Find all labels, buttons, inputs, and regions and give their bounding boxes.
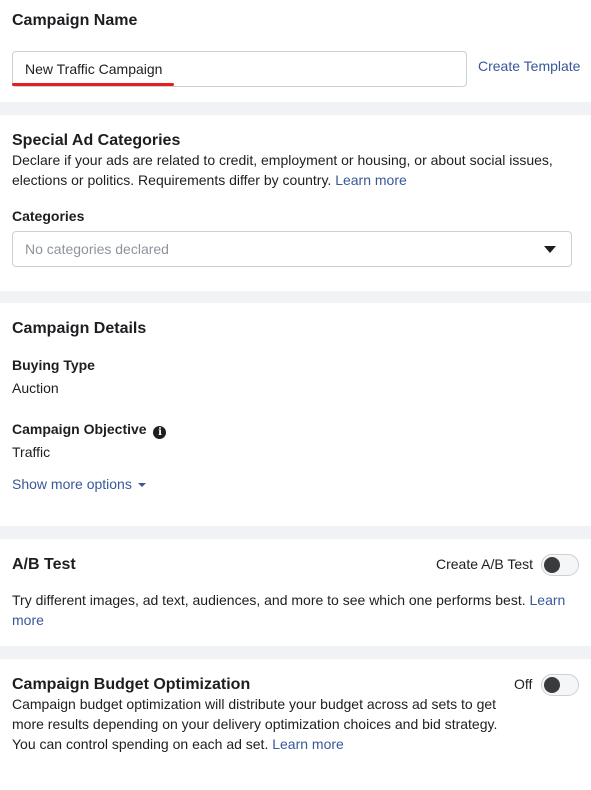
info-icon[interactable]: i <box>153 426 167 439</box>
ab-test-description: Try different images, ad text, audiences… <box>12 590 572 630</box>
categories-dropdown[interactable]: No categories declared <box>12 231 572 267</box>
budget-optimization-learn-more-link[interactable]: Learn more <box>272 736 344 752</box>
buying-type-label: Buying Type <box>12 357 95 373</box>
budget-optimization-title: Campaign Budget Optimization <box>12 676 251 693</box>
campaign-details-card: Campaign Details Buying Type Auction Cam… <box>0 303 591 526</box>
campaign-details-title: Campaign Details <box>12 320 147 337</box>
budget-optimization-description: Campaign budget optimization will distri… <box>12 694 512 754</box>
campaign-objective-value: Traffic <box>12 444 51 460</box>
campaign-name-title: Campaign Name <box>12 12 138 29</box>
annotation-underline <box>12 83 174 86</box>
special-ad-categories-learn-more-link[interactable]: Learn more <box>335 172 407 188</box>
campaign-name-input[interactable] <box>12 51 467 87</box>
campaign-objective-label: Campaign Objective i <box>12 421 167 439</box>
ab-test-title: A/B Test <box>12 556 76 573</box>
ab-test-description-text: Try different images, ad text, audiences… <box>12 592 526 608</box>
create-template-link[interactable]: Create Template <box>478 56 580 76</box>
toggle-knob <box>544 557 560 573</box>
show-more-options-link[interactable]: Show more options <box>12 474 146 494</box>
buying-type-value: Auction <box>12 380 59 396</box>
special-ad-categories-title: Special Ad Categories <box>12 132 181 149</box>
categories-placeholder: No categories declared <box>25 241 169 257</box>
caret-down-icon <box>544 246 556 253</box>
budget-optimization-description-text: Campaign budget optimization will distri… <box>12 696 498 752</box>
special-ad-categories-description: Declare if your ads are related to credi… <box>12 150 572 190</box>
ab-test-card: A/B Test Create A/B Test Try different i… <box>0 539 591 646</box>
campaign-name-card: Campaign Name Create Template <box>0 0 591 102</box>
budget-optimization-card: Campaign Budget Optimization Off Campaig… <box>0 659 591 790</box>
show-more-options-label: Show more options <box>12 476 132 492</box>
special-ad-categories-description-text: Declare if your ads are related to credi… <box>12 152 553 188</box>
ab-test-toggle[interactable] <box>541 554 579 576</box>
budget-optimization-toggle[interactable] <box>541 674 579 696</box>
categories-label: Categories <box>12 208 85 224</box>
ab-test-toggle-label: Create A/B Test <box>436 556 534 572</box>
budget-optimization-toggle-label: Off <box>514 676 533 692</box>
toggle-knob <box>544 677 560 693</box>
special-ad-categories-card: Special Ad Categories Declare if your ad… <box>0 115 591 291</box>
campaign-objective-label-text: Campaign Objective <box>12 421 147 437</box>
caret-down-small-icon <box>137 483 146 488</box>
